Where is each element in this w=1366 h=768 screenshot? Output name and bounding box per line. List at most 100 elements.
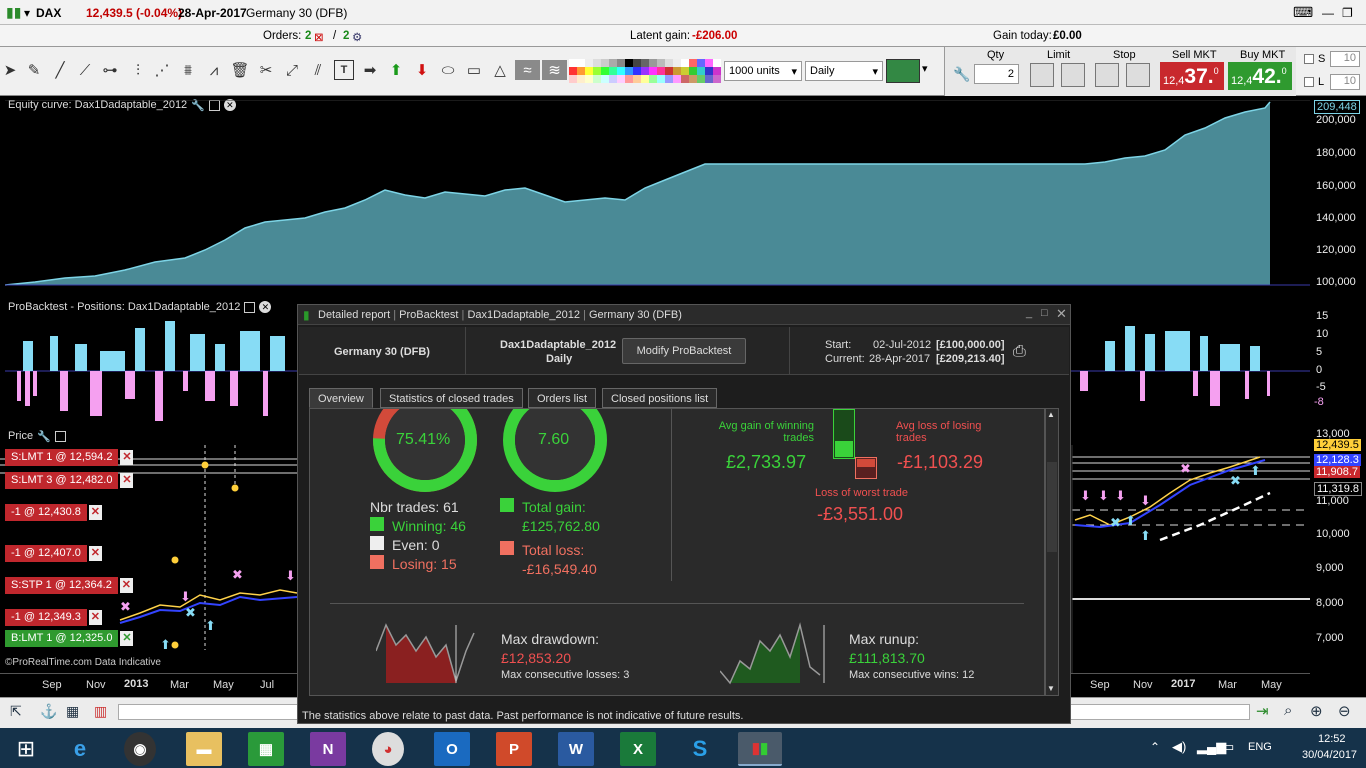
curve-tool-a-icon[interactable]: ≈ — [515, 60, 540, 80]
indicator-icon[interactable] — [886, 59, 920, 83]
scroll-down-icon[interactable]: ▼ — [1047, 684, 1055, 693]
pattern-tool-icon[interactable]: ⩘ — [204, 60, 224, 80]
anchor-icon[interactable]: ⚓ — [40, 703, 57, 720]
ellipse-tool-icon[interactable]: ⬭ — [438, 60, 458, 80]
tab-orders-list[interactable]: Orders list — [528, 388, 597, 408]
auto-scroll-icon[interactable]: ⇥ — [1256, 702, 1269, 720]
internet-explorer-icon[interactable]: e — [62, 732, 98, 766]
l-input[interactable]: 10 — [1330, 74, 1360, 90]
orders-count-a[interactable]: 2 — [305, 30, 311, 42]
dialog-maximize-button[interactable]: □ — [1041, 307, 1048, 319]
orders-count-b[interactable]: 2 — [343, 30, 349, 42]
l-checkbox[interactable] — [1304, 77, 1314, 87]
store-icon[interactable]: ▦ — [248, 732, 284, 766]
maximize-icon[interactable] — [244, 301, 256, 313]
down-arrow-icon[interactable]: ⬇ — [412, 60, 432, 80]
fibonacci-icon[interactable]: ⩩ — [178, 60, 198, 80]
excel-icon[interactable]: X — [620, 732, 656, 766]
line-tool-icon[interactable]: ╱ — [50, 60, 70, 80]
limit-buy-button[interactable] — [1030, 63, 1054, 87]
text-tool-icon[interactable]: T — [334, 60, 354, 80]
scroll-up-icon[interactable]: ▲ — [1047, 410, 1055, 419]
print-icon[interactable]: ⎙ — [1013, 343, 1026, 361]
eraser-icon[interactable]: ✎ — [24, 60, 44, 80]
stop-buy-button[interactable] — [1095, 63, 1119, 87]
chrome-icon[interactable]: ◕ — [372, 732, 404, 766]
tab-statistics[interactable]: Statistics of closed trades — [380, 388, 523, 408]
scroll-thumb[interactable] — [1047, 462, 1057, 552]
clock-time[interactable]: 12:52 — [1318, 733, 1346, 745]
wrench-icon[interactable]: 🔧 — [953, 66, 970, 83]
segment-tool-icon[interactable]: ⟋ — [75, 60, 95, 80]
tab-closed-positions[interactable]: Closed positions list — [602, 388, 718, 408]
windows-start-icon[interactable]: ⊞ — [8, 732, 44, 766]
tools-icon[interactable]: ✂ — [256, 60, 276, 80]
close-icon[interactable]: ✕ — [259, 301, 272, 313]
cursor-icon[interactable]: ➤ — [0, 60, 20, 80]
cancel-order-icon[interactable]: ✕ — [120, 473, 134, 488]
file-explorer-icon[interactable]: ▬ — [186, 732, 222, 766]
tray-up-icon[interactable]: ⌃ — [1150, 740, 1160, 754]
triangle-tool-icon[interactable]: △ — [490, 60, 510, 80]
color-palette[interactable] — [569, 59, 721, 83]
outlook-icon[interactable]: O — [434, 732, 470, 766]
up-arrow-icon[interactable]: ⬆ — [386, 60, 406, 80]
table-icon[interactable]: ▦ — [66, 703, 79, 720]
arrow-right-icon[interactable]: ➡ — [360, 60, 380, 80]
qty-input[interactable]: 2 — [974, 64, 1019, 84]
word-icon[interactable]: W — [558, 732, 594, 766]
s-checkbox[interactable] — [1304, 54, 1314, 64]
curve-tool-b-icon[interactable]: ≋ — [542, 60, 567, 80]
indicator-dropdown[interactable]: ▾ — [922, 62, 928, 75]
buy-mkt-button[interactable]: 12,4 42. 0 — [1228, 62, 1292, 90]
order-b-lmt-12325[interactable]: B:LMT 1 @ 12,325.0 ✕ — [5, 630, 134, 647]
trash-icon[interactable]: 🗑 — [230, 60, 250, 80]
modify-probacktest-button[interactable]: Modify ProBacktest — [622, 338, 746, 364]
trend-tool-icon[interactable]: ⤢ — [282, 60, 302, 80]
horizontal-line-icon[interactable]: ⊶ — [100, 60, 120, 80]
close-position-icon[interactable]: ✕ — [88, 505, 102, 520]
maximize-icon[interactable] — [54, 430, 66, 442]
battery-icon[interactable]: ▭ — [1222, 739, 1234, 755]
order-s-lmt-12594[interactable]: S:LMT 1 @ 12,594.2 ✕ — [5, 449, 134, 466]
stop-sell-button[interactable] — [1126, 63, 1150, 87]
symbol-dropdown[interactable]: ▾ — [24, 6, 30, 20]
dialog-close-button[interactable]: ✕ — [1056, 306, 1067, 322]
units-select[interactable]: 1000 units ▾ — [724, 61, 802, 81]
zoom-in-icon[interactable]: ⊕ — [1310, 702, 1323, 720]
cancel-orders-icon[interactable]: ⊠ — [314, 30, 324, 44]
close-position-icon[interactable]: ✕ — [88, 610, 102, 625]
volume-icon[interactable]: ◀) — [1172, 739, 1186, 755]
layout-icon[interactable]: ▥ — [94, 703, 107, 720]
wrench-icon[interactable]: 🔧 — [37, 430, 51, 443]
zoom-out-icon[interactable]: ⊖ — [1338, 702, 1351, 720]
clock-date[interactable]: 30/04/2017 — [1302, 749, 1357, 761]
media-player-icon[interactable]: ◉ — [124, 732, 156, 766]
onenote-icon[interactable]: N — [310, 732, 346, 766]
channel-tool-icon[interactable]: ⋰ — [152, 60, 172, 80]
rectangle-tool-icon[interactable]: ▭ — [464, 60, 484, 80]
restore-button[interactable]: ❐ — [1342, 6, 1353, 20]
powerpoint-icon[interactable]: P — [496, 732, 532, 766]
cancel-order-icon[interactable]: ✕ — [119, 578, 133, 593]
keyboard-icon[interactable]: ⌨ — [1293, 4, 1313, 21]
order-s-lmt-12482[interactable]: S:LMT 3 @ 12,482.0 ✕ — [5, 472, 134, 489]
s-input[interactable]: 10 — [1330, 51, 1360, 67]
position-12349[interactable]: -1 @ 12,349.3 ✕ — [5, 609, 102, 626]
orders-settings-icon[interactable]: ⚙ — [352, 30, 362, 44]
vertical-line-icon[interactable]: ⫶ — [128, 60, 148, 80]
order-s-stp-12364[interactable]: S:STP 1 @ 12,364.2 ✕ — [5, 577, 133, 594]
parallel-tool-icon[interactable]: ⫽ — [308, 60, 328, 80]
language-indicator[interactable]: ENG — [1248, 741, 1272, 753]
zoom-fit-icon[interactable]: ⌕ — [1284, 702, 1292, 719]
position-12407[interactable]: -1 @ 12,407.0 ✕ — [5, 545, 102, 562]
dialog-minimize-button[interactable]: _ — [1026, 307, 1032, 319]
tab-overview[interactable]: Overview — [309, 388, 373, 408]
close-position-icon[interactable]: ✕ — [88, 546, 102, 561]
skype-icon[interactable]: S — [682, 732, 718, 766]
prorealtime-icon[interactable]: ▮ ▮ — [738, 732, 782, 766]
limit-sell-button[interactable] — [1061, 63, 1085, 87]
cancel-order-icon[interactable]: ✕ — [120, 450, 134, 465]
report-scrollbar[interactable] — [1045, 408, 1059, 696]
period-select[interactable]: Daily ▾ — [805, 61, 883, 81]
